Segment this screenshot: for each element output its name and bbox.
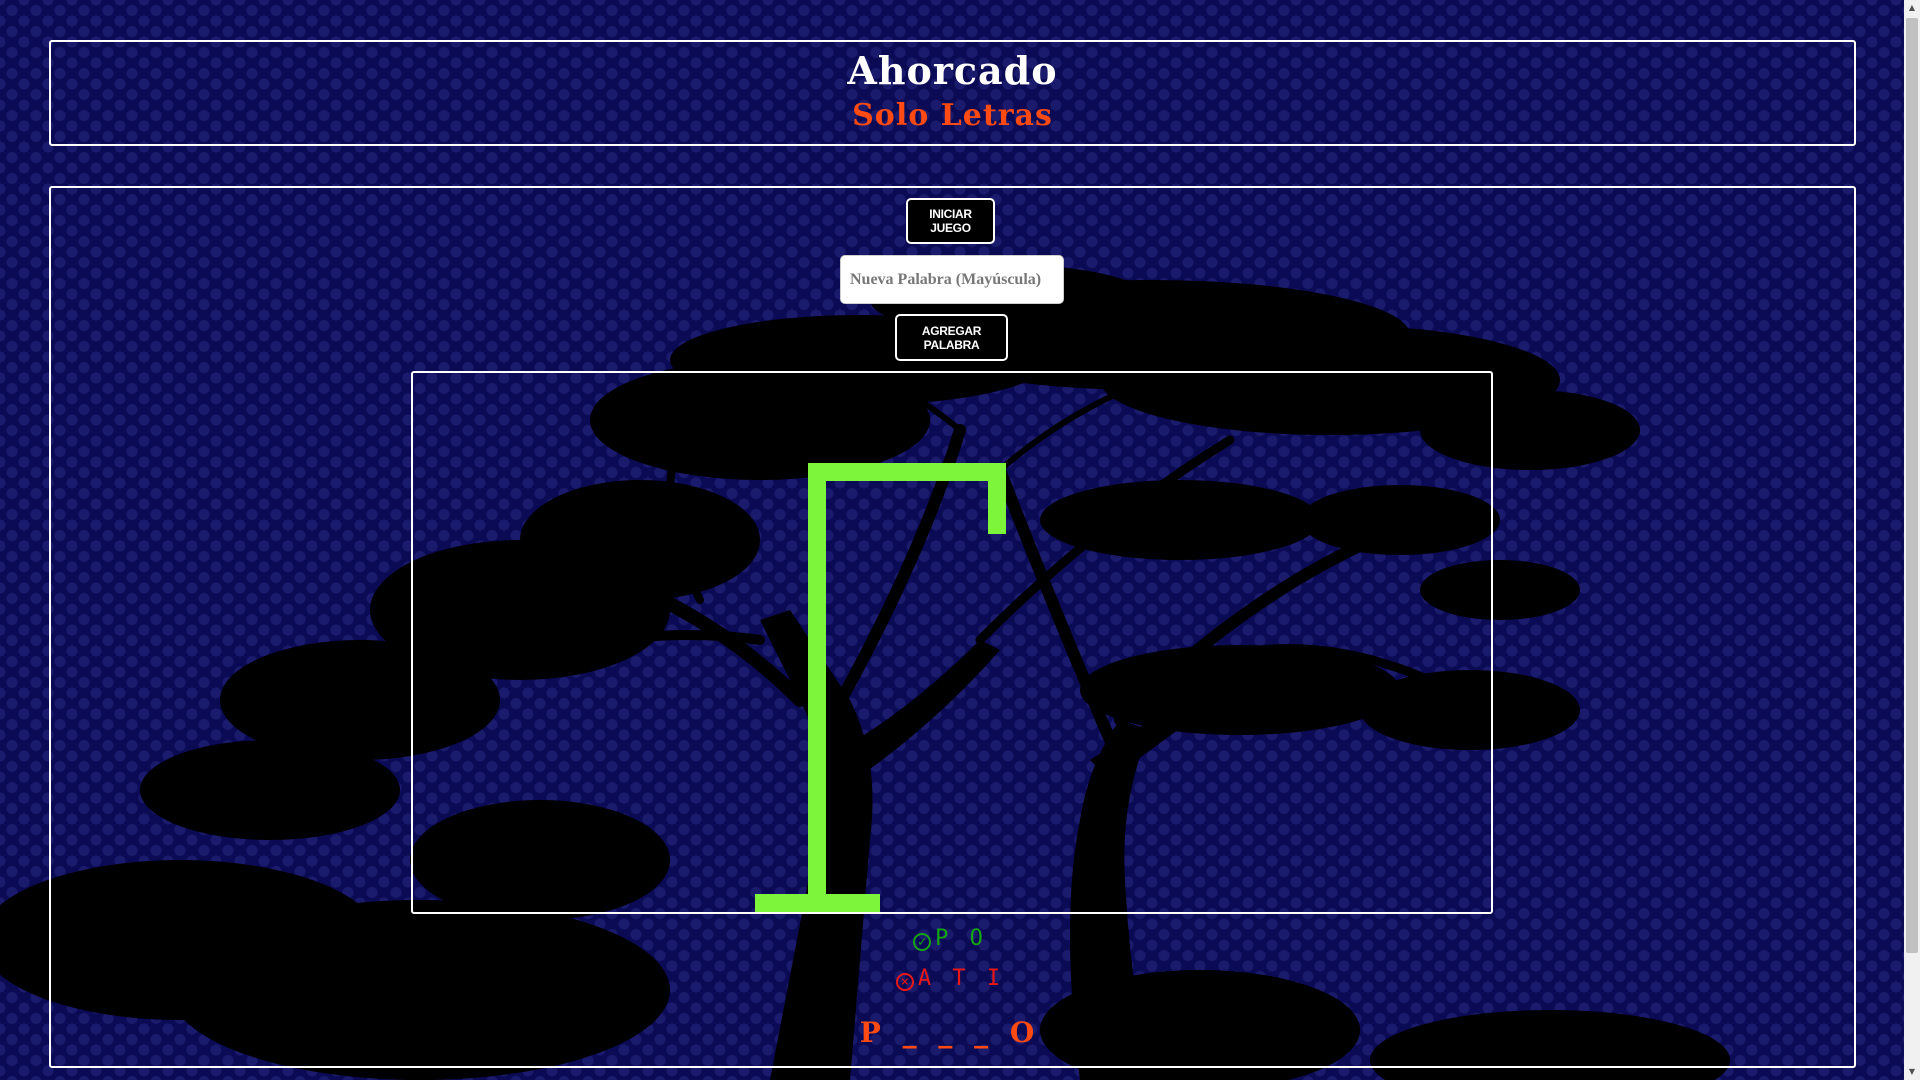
x-circle-icon: × (895, 973, 914, 991)
scroll-up-icon[interactable]: ▲ (1904, 0, 1920, 16)
check-circle-icon: ✓ (913, 933, 932, 951)
correct-letters-row: ✓ P O (0, 926, 1900, 951)
correct-letters: P O (935, 926, 987, 951)
add-word-button[interactable]: Agregar Palabra (895, 314, 1008, 361)
word-display: P _ _ _ O (859, 1016, 1041, 1049)
header: Ahorcado Solo Letras (49, 40, 1856, 146)
hangman-canvas (411, 371, 1493, 914)
start-game-button[interactable]: Iniciar Juego (906, 198, 995, 244)
scroll-down-icon[interactable]: ▼ (1904, 1064, 1920, 1080)
page-title: Ahorcado (847, 48, 1058, 93)
page: Ahorcado Solo Letras Iniciar Juego Agreg… (0, 0, 1900, 1080)
wrong-letters: A T I (917, 966, 1005, 991)
vertical-scrollbar[interactable]: ▲ ▼ (1904, 0, 1920, 1080)
page-subtitle: Solo Letras (852, 98, 1053, 133)
wrong-letters-row: × A T I (0, 966, 1900, 991)
scrollbar-thumb[interactable] (1906, 18, 1918, 953)
new-word-input[interactable] (840, 255, 1064, 304)
